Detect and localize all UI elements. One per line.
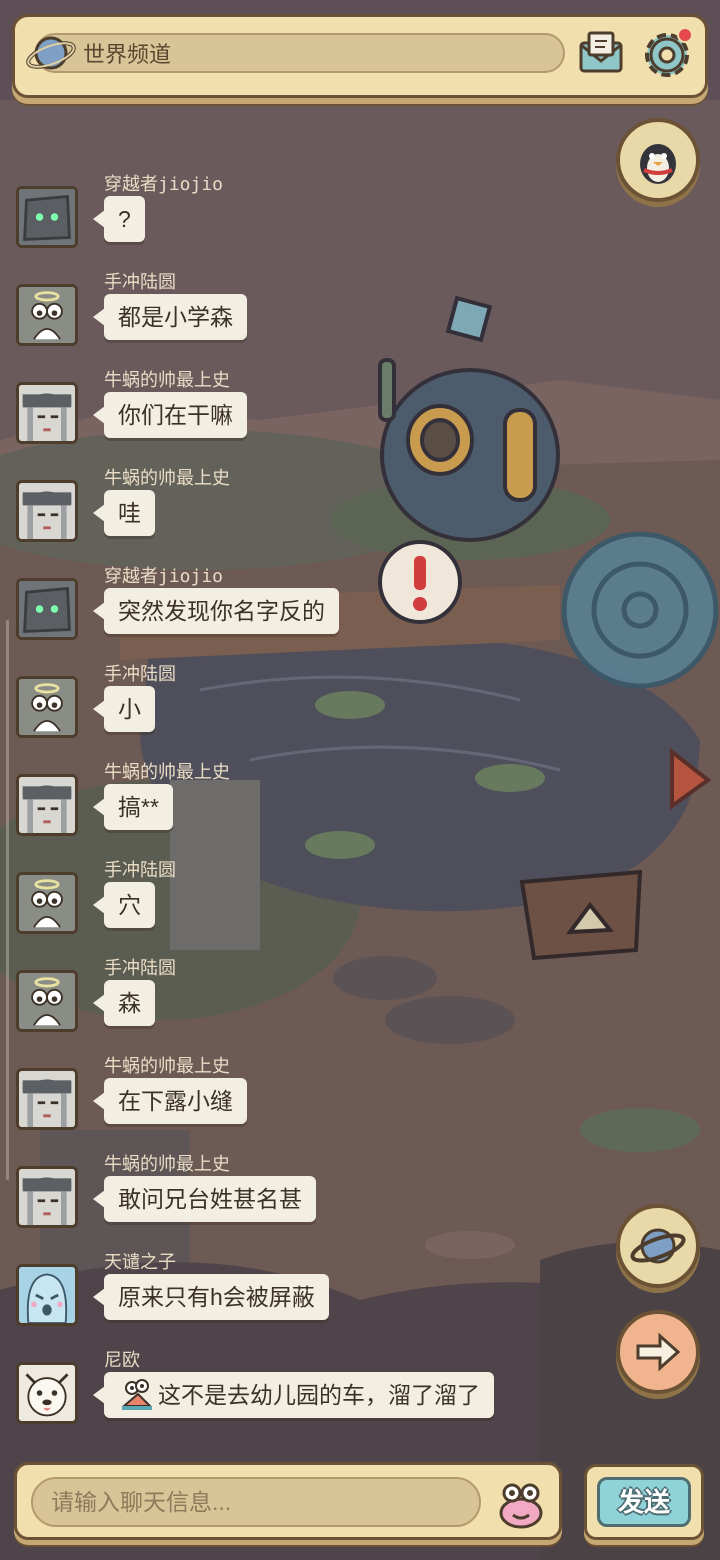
world-channel-button[interactable] (616, 1204, 700, 1288)
message-text: 这不是去幼儿园的车，溜了溜了 (158, 1382, 480, 1408)
snail-emoji-icon (121, 1379, 153, 1410)
avatar[interactable] (16, 676, 78, 738)
chat-message: 穿越者jiojio ? (0, 170, 720, 268)
username[interactable]: 牛蜗的帅最上史 (104, 464, 230, 490)
username[interactable]: 尼欧 (104, 1346, 140, 1372)
message-bubble: 穴 (93, 882, 155, 928)
message-bubble: ? (93, 196, 145, 242)
username[interactable]: 手冲陆圆 (104, 954, 176, 980)
username[interactable]: 天谴之子 (104, 1248, 176, 1274)
chat-message: 牛蜗的帅最上史 你们在干嘛 (0, 366, 720, 464)
avatar[interactable] (16, 872, 78, 934)
username[interactable]: 穿越者jiojio (104, 170, 223, 196)
chat-message: 手冲陆圆 森 (0, 954, 720, 1052)
send-button[interactable]: 发送 (584, 1464, 704, 1540)
snail-avatar-icon (19, 973, 75, 1029)
emoji-button-icon[interactable] (493, 1475, 549, 1531)
chat-message: 手冲陆圆 小 (0, 660, 720, 758)
send-button-label: 发送 (597, 1477, 691, 1527)
snail-avatar-icon (19, 679, 75, 735)
robot-avatar-icon (19, 189, 75, 245)
ghost-girl-avatar-icon (19, 1071, 75, 1127)
chat-message: 牛蜗的帅最上史 敢问兄台姓甚名甚 (0, 1150, 720, 1248)
mail-icon[interactable] (575, 27, 627, 79)
avatar[interactable] (16, 1362, 78, 1424)
message-bubble: 森 (93, 980, 155, 1026)
planet-icon[interactable] (25, 27, 77, 79)
notification-dot (677, 27, 693, 43)
chat-message: 天谴之子 原来只有h会被屏蔽 (0, 1248, 720, 1346)
message-bubble: 原来只有h会被屏蔽 (93, 1274, 329, 1320)
username[interactable]: 穿越者jiojio (104, 562, 223, 588)
username[interactable]: 牛蜗的帅最上史 (104, 366, 230, 392)
dog-avatar-icon (19, 1365, 75, 1421)
message-bubble: 小 (93, 686, 155, 732)
ghost-girl-avatar-icon (19, 1169, 75, 1225)
username[interactable]: 手冲陆圆 (104, 660, 176, 686)
chat-message: 手冲陆圆 都是小学森 (0, 268, 720, 366)
chat-message-list[interactable]: 穿越者jiojio ? 手冲陆圆 都是小学森 牛蜗的帅最上史 你们在干嘛 牛蜗的… (0, 100, 720, 1450)
message-bubble: 这不是去幼儿园的车，溜了溜了 (93, 1372, 494, 1418)
ghost-girl-avatar-icon (19, 483, 75, 539)
chat-message: 尼欧 这不是去幼儿园的车，溜了溜了 (0, 1346, 720, 1444)
avatar[interactable] (16, 578, 78, 640)
avatar[interactable] (16, 1166, 78, 1228)
snail-avatar-icon (19, 287, 75, 343)
robot-avatar-icon (19, 581, 75, 637)
username[interactable]: 牛蜗的帅最上史 (104, 1052, 230, 1078)
top-bar: 世界频道 (12, 14, 708, 98)
gear-icon[interactable] (639, 25, 695, 81)
penguin-icon (640, 144, 676, 184)
username[interactable]: 牛蜗的帅最上史 (104, 1150, 230, 1176)
chat-message: 牛蜗的帅最上史 哇 (0, 464, 720, 562)
chat-input[interactable] (31, 1477, 481, 1527)
avatar[interactable] (16, 480, 78, 542)
avatar[interactable] (16, 970, 78, 1032)
avatar[interactable] (16, 1068, 78, 1130)
channel-title: 世界频道 (83, 42, 172, 67)
username[interactable]: 手冲陆圆 (104, 268, 176, 294)
message-bubble: 哇 (93, 490, 155, 536)
message-bubble: 敢问兄台姓甚名甚 (93, 1176, 316, 1222)
avatar[interactable] (16, 186, 78, 248)
username[interactable]: 牛蜗的帅最上史 (104, 758, 230, 784)
ghost-girl-avatar-icon (19, 385, 75, 441)
message-bubble: 搞** (93, 784, 173, 830)
arrow-right-icon (636, 1332, 681, 1372)
next-button[interactable] (616, 1310, 700, 1394)
chat-message: 手冲陆圆 穴 (0, 856, 720, 954)
username[interactable]: 手冲陆圆 (104, 856, 176, 882)
snail-avatar-icon (19, 875, 75, 931)
chat-message: 牛蜗的帅最上史 在下露小缝 (0, 1052, 720, 1150)
message-bubble: 在下露小缝 (93, 1078, 247, 1124)
chat-message: 牛蜗的帅最上史 搞** (0, 758, 720, 856)
avatar[interactable] (16, 382, 78, 444)
penguin-button[interactable] (616, 118, 700, 202)
avatar[interactable] (16, 284, 78, 346)
chat-message (0, 100, 720, 120)
avatar[interactable] (16, 1264, 78, 1326)
message-bubble: 突然发现你名字反的 (93, 588, 339, 634)
message-bubble: 你们在干嘛 (93, 392, 247, 438)
chat-message: 穿越者jiojio 突然发现你名字反的 (0, 562, 720, 660)
chat-input-bar (14, 1462, 562, 1540)
planet-icon (630, 1228, 686, 1264)
message-bubble: 都是小学森 (93, 294, 247, 340)
ghost-girl-avatar-icon (19, 777, 75, 833)
avatar[interactable] (16, 774, 78, 836)
blue-ghost-avatar-icon (19, 1267, 75, 1323)
